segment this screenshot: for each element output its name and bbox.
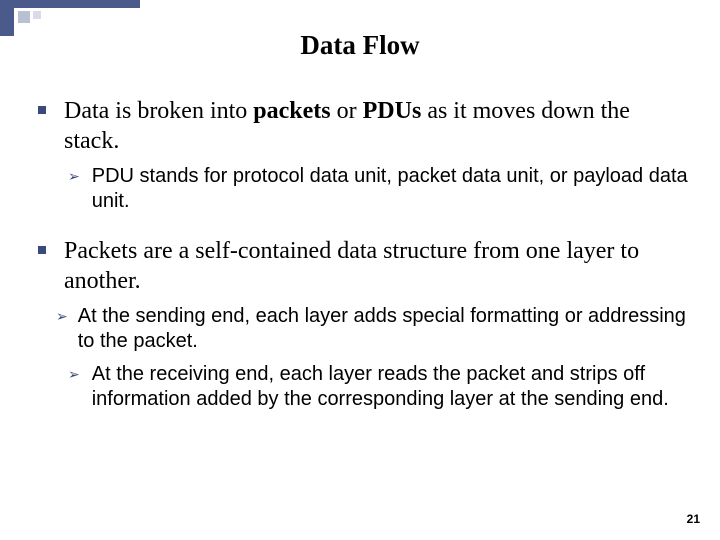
slide-title: Data Flow xyxy=(0,30,720,61)
arrow-bullet-icon: ➢ xyxy=(68,168,80,214)
text-bold: packets xyxy=(253,98,330,124)
bullet-text: Packets are a self-contained data struct… xyxy=(64,236,688,296)
corner-bar-top xyxy=(0,0,140,8)
text-bold: PDUs xyxy=(363,98,422,124)
text-fragment: At the sending end, each layer adds spec… xyxy=(78,305,686,352)
square-bullet-icon xyxy=(38,246,46,254)
bullet-text: Data is broken into packets or PDUs as i… xyxy=(64,96,688,156)
bullet-level2: ➢ At the sending end, each layer adds sp… xyxy=(56,304,688,354)
corner-square-icon xyxy=(18,11,30,23)
bullet-level2: ➢ At the receiving end, each layer reads… xyxy=(68,362,688,412)
bullet-level1: Packets are a self-contained data struct… xyxy=(38,236,688,296)
page-number: 21 xyxy=(687,512,700,526)
corner-square-small-icon xyxy=(33,11,41,19)
slide-content: Data is broken into packets or PDUs as i… xyxy=(38,96,688,420)
bullet-level2: ➢ PDU stands for protocol data unit, pac… xyxy=(68,164,688,214)
corner-decoration xyxy=(0,0,140,28)
text-fragment: Data is broken into xyxy=(64,98,253,124)
bullet-text: PDU stands for protocol data unit, packe… xyxy=(92,164,688,214)
spacer xyxy=(38,222,688,236)
arrow-bullet-icon: ➢ xyxy=(68,366,80,412)
bullet-level1: Data is broken into packets or PDUs as i… xyxy=(38,96,688,156)
text-fragment: or xyxy=(331,98,363,124)
bullet-text: At the receiving end, each layer reads t… xyxy=(92,362,688,412)
bullet-text: At the sending end, each layer adds spec… xyxy=(78,304,688,354)
square-bullet-icon xyxy=(38,106,46,114)
arrow-bullet-icon: ➢ xyxy=(56,308,68,354)
